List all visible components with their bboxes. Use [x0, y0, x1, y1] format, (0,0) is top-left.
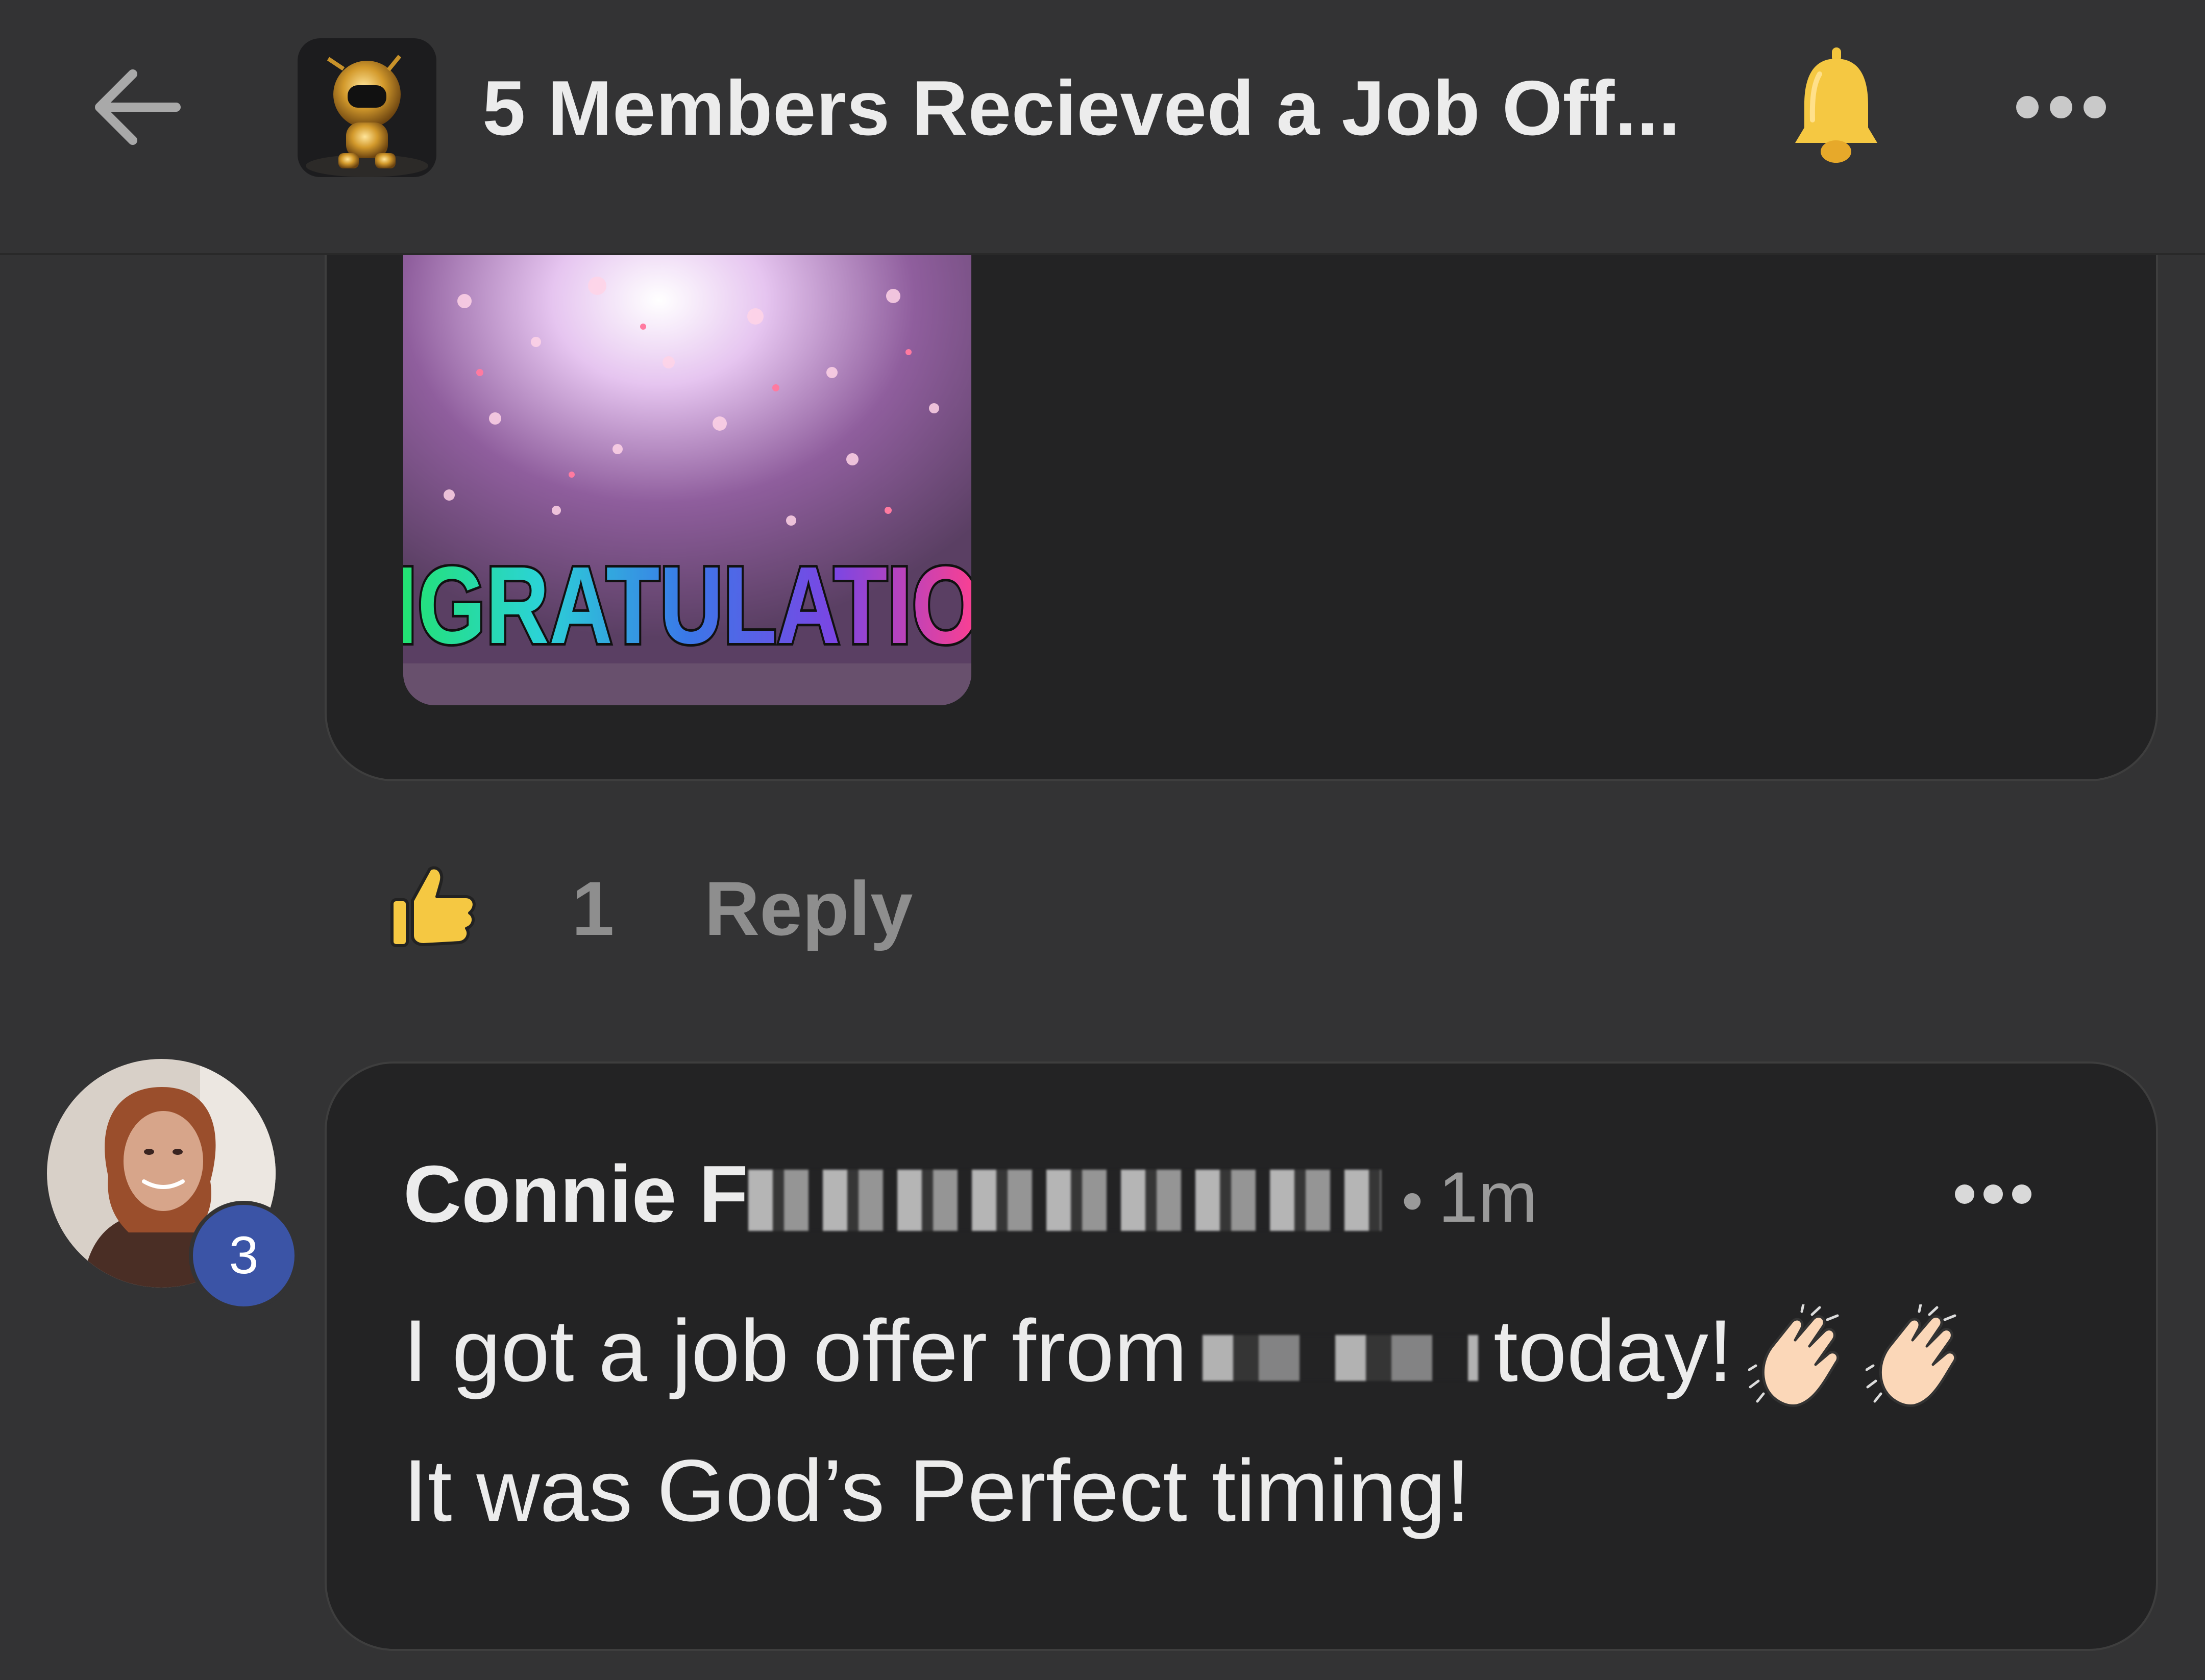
bell-icon [1795, 47, 1877, 163]
astronaut-image [298, 38, 436, 177]
comment-text-line-1: I got a job offer from today! [403, 1282, 2113, 1420]
level-badge: 3 [189, 1201, 299, 1311]
comment-text-start: I got a job offer from [403, 1302, 1188, 1400]
top-app-bar: 5 Members Recieved a Job Off... [0, 0, 2205, 255]
comment-text-line-2: It was God’s Perfect timing! [403, 1442, 1471, 1540]
comment-text-end: today! [1493, 1302, 1733, 1400]
redacted-name [748, 1170, 1381, 1231]
clapping-hands-icon [1748, 1303, 1850, 1412]
back-button[interactable] [84, 56, 191, 158]
more-horizontal-icon [2016, 89, 2113, 125]
congratulations-gif[interactable]: IGRATULATIO [403, 255, 971, 705]
like-count: 1 [572, 866, 615, 951]
separator-dot: • [1401, 1167, 1423, 1235]
page-title: 5 Members Recieved a Job Off... [482, 65, 1681, 152]
arrow-left-icon [95, 69, 181, 145]
gif-image: IGRATULATIO [403, 255, 971, 705]
more-options-button[interactable] [2016, 89, 2113, 125]
thumbs-up-icon [390, 866, 476, 947]
notifications-button[interactable] [1789, 43, 1883, 168]
redacted-company [1203, 1335, 1479, 1381]
gif-caption: IGRATULATIO [403, 543, 971, 666]
author-name[interactable]: Connie F [403, 1149, 748, 1239]
comment-actions: 1 Reply [388, 837, 1102, 970]
like-button[interactable] [388, 860, 480, 952]
more-horizontal-icon [1955, 1176, 2037, 1212]
comment-timestamp: 1m [1438, 1157, 1538, 1237]
reply-button[interactable]: Reply [704, 847, 913, 970]
clapping-hands-icon [1865, 1303, 1968, 1412]
comment-header: Connie F • 1m [403, 1141, 1537, 1248]
group-avatar[interactable] [298, 38, 436, 177]
comment-more-button[interactable] [1955, 1176, 2037, 1212]
screen: 5 Members Recieved a Job Off... IGRATULA… [0, 0, 2205, 1680]
